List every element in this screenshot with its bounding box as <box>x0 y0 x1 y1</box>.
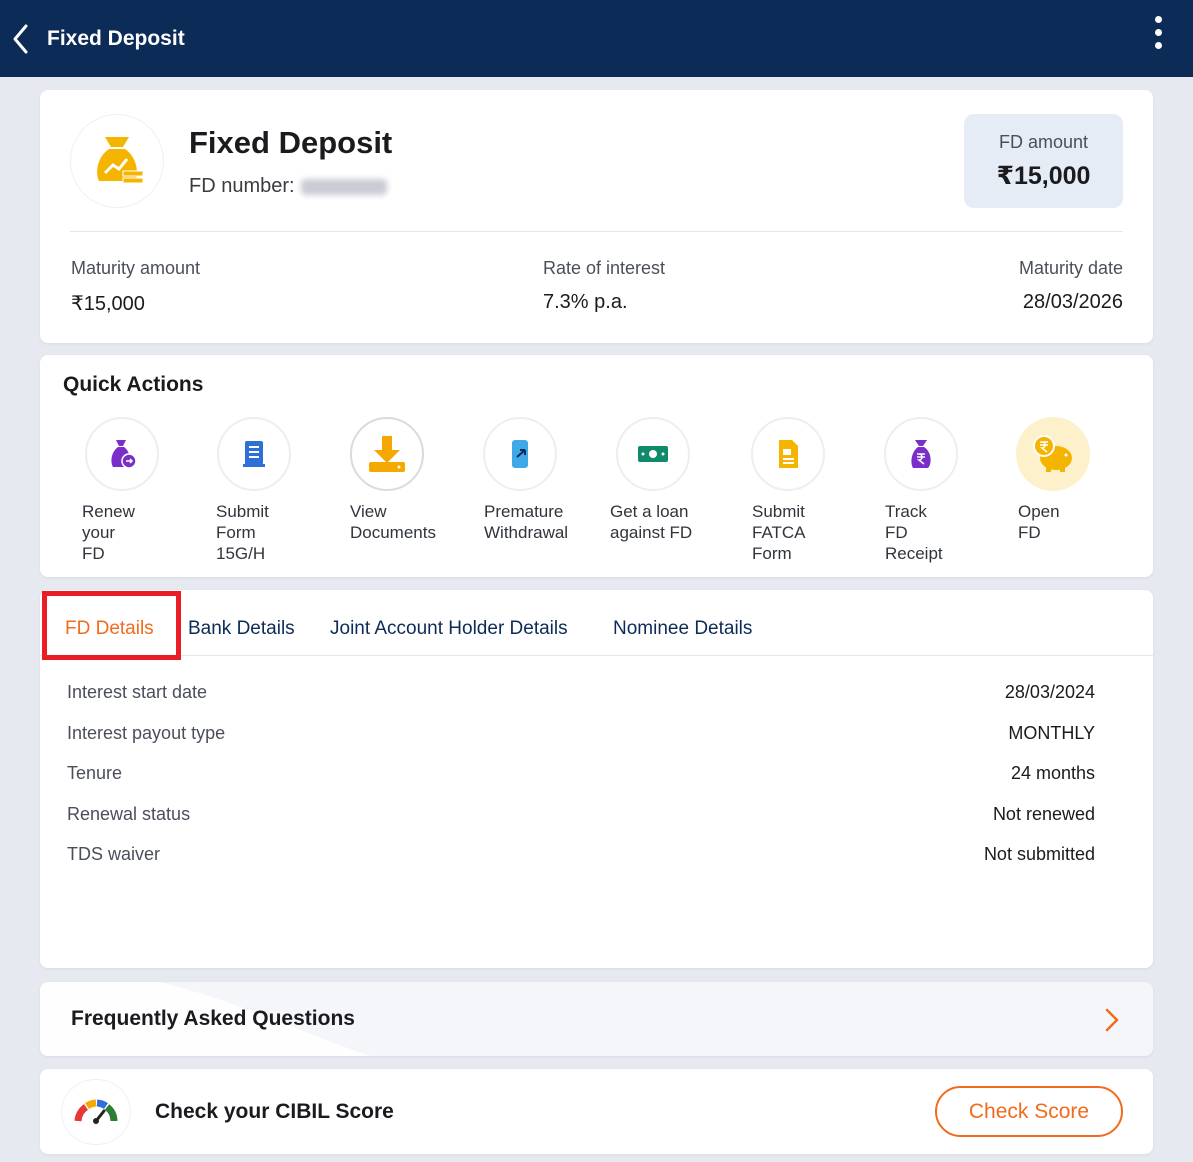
kebab-dot <box>1154 42 1162 49</box>
fd-icon-container <box>70 114 164 208</box>
maturity-date: Maturity date 28/03/2026 <box>1019 258 1123 314</box>
quick-action-open-fd[interactable]: Open FD <box>993 417 1113 543</box>
withdrawal-phone-icon <box>512 440 528 468</box>
fd-number: FD number: <box>189 175 387 198</box>
quick-action-label: Open FD <box>1018 502 1060 542</box>
maturity-amount: Maturity amount ₹15,000 <box>71 258 200 316</box>
quick-action-icon-circle <box>85 417 159 491</box>
quick-action-view-documents[interactable]: View Documents <box>327 417 447 543</box>
quick-action-submit-15gh[interactable]: Submit Form 15G/H <box>194 417 314 564</box>
detail-key: Tenure <box>67 762 123 783</box>
quick-action-premature-withdrawal[interactable]: Premature Withdrawal <box>460 417 580 543</box>
detail-row: Tenure 24 months <box>67 758 1095 788</box>
chevron-right-icon <box>1105 1008 1119 1032</box>
fd-title: Fixed Deposit <box>189 125 393 160</box>
page-title: Fixed Deposit <box>47 27 185 50</box>
details-tabs: FD Details Bank Details Joint Account Ho… <box>40 590 1153 660</box>
detail-row: Renewal status Not renewed <box>67 799 1095 829</box>
maturity-amount-value: ₹15,000 <box>71 293 145 315</box>
rate-of-interest: Rate of interest 7.3% p.a. <box>543 258 665 314</box>
maturity-amount-label: Maturity amount <box>71 258 201 278</box>
chevron-left-icon <box>13 24 28 54</box>
active-tab-highlight-box <box>42 591 181 660</box>
quick-action-label: Renew your FD <box>82 502 135 563</box>
quick-action-icon-circle <box>350 417 424 491</box>
back-button[interactable] <box>10 22 34 56</box>
quick-action-submit-fatca[interactable]: Submit FATCA Form <box>728 417 848 564</box>
gauge-icon <box>74 1099 118 1124</box>
cibil-title: Check your CIBIL Score <box>155 1100 394 1123</box>
detail-value: 28/03/2024 <box>1004 681 1095 702</box>
detail-key: Interest start date <box>67 681 208 702</box>
quick-action-icon-circle <box>483 417 557 491</box>
tab-joint-account-holder-details[interactable]: Joint Account Holder Details <box>330 618 568 640</box>
quick-action-track-fd-receipt[interactable]: Track FD Receipt <box>861 417 981 564</box>
detail-value: Not submitted <box>983 843 1095 864</box>
download-icon <box>369 436 405 472</box>
quick-actions-card: Quick Actions Renew your FD Submit Form … <box>40 355 1153 577</box>
faq-title: Frequently Asked Questions <box>71 1007 355 1030</box>
piggy-bank-icon <box>1033 435 1072 472</box>
fd-amount-label: FD amount <box>998 132 1089 152</box>
quick-action-icon-circle <box>751 417 825 491</box>
quick-action-loan-against-fd[interactable]: Get a loan against FD <box>593 417 713 543</box>
detail-key: Interest payout type <box>67 722 226 743</box>
form-document-icon <box>243 441 265 467</box>
tab-bank-details[interactable]: Bank Details <box>188 618 295 640</box>
more-options-button[interactable] <box>1148 16 1168 58</box>
detail-row: Interest start date 28/03/2024 <box>67 677 1095 707</box>
quick-action-icon-circle <box>884 417 958 491</box>
quick-action-label: View Documents <box>350 502 436 542</box>
cibil-card: Check your CIBIL Score Check Score <box>40 1069 1153 1154</box>
maturity-date-value: 28/03/2026 <box>1022 291 1123 313</box>
maturity-date-label: Maturity date <box>1018 258 1123 278</box>
detail-value: 24 months <box>1010 762 1095 783</box>
rupee-bag-icon <box>911 440 931 468</box>
renew-bag-icon <box>111 440 137 469</box>
detail-key: Renewal status <box>67 803 191 824</box>
fd-amount-value: ₹15,000 <box>996 162 1091 190</box>
kebab-dot <box>1154 29 1162 36</box>
fd-details-card: FD Details Bank Details Joint Account Ho… <box>40 590 1153 968</box>
quick-action-label: Get a loan against FD <box>610 502 693 542</box>
quick-action-label: Submit Form 15G/H <box>216 502 269 563</box>
kebab-dot <box>1154 16 1162 23</box>
faq-card[interactable]: Frequently Asked Questions <box>40 982 1153 1056</box>
detail-key: TDS waiver <box>67 843 161 864</box>
rate-of-interest-label: Rate of interest <box>543 258 666 278</box>
quick-action-icon-circle <box>217 417 291 491</box>
rate-of-interest-value: 7.3% p.a. <box>543 291 628 313</box>
check-score-button[interactable]: Check Score <box>935 1086 1123 1137</box>
divider <box>70 231 1123 232</box>
fd-summary-card: Fixed Deposit FD number: FD amount ₹15,0… <box>40 90 1153 343</box>
money-bag-icon <box>97 137 144 184</box>
gauge-icon-container <box>61 1079 131 1145</box>
quick-action-renew-fd[interactable]: Renew your FD <box>62 417 182 564</box>
quick-actions-title: Quick Actions <box>63 373 204 396</box>
tab-nominee-details[interactable]: Nominee Details <box>613 618 752 640</box>
quick-action-label: Submit FATCA Form <box>752 502 806 563</box>
fd-amount-box: FD amount ₹15,000 <box>964 114 1123 208</box>
quick-action-label: Track FD Receipt <box>885 502 943 563</box>
detail-row: TDS waiver Not submitted <box>67 839 1095 869</box>
cash-note-icon <box>638 446 668 462</box>
detail-value: MONTHLY <box>1008 722 1095 743</box>
top-app-bar: Fixed Deposit <box>0 0 1193 77</box>
quick-action-icon-circle <box>616 417 690 491</box>
fatca-document-icon <box>779 440 798 468</box>
fd-number-masked <box>300 178 387 195</box>
detail-value: Not renewed <box>992 803 1095 824</box>
quick-action-icon-circle <box>1016 417 1090 491</box>
quick-action-label: Premature Withdrawal <box>484 502 569 542</box>
fd-number-label: FD number: <box>189 175 295 197</box>
detail-row: Interest payout type MONTHLY <box>67 718 1095 748</box>
